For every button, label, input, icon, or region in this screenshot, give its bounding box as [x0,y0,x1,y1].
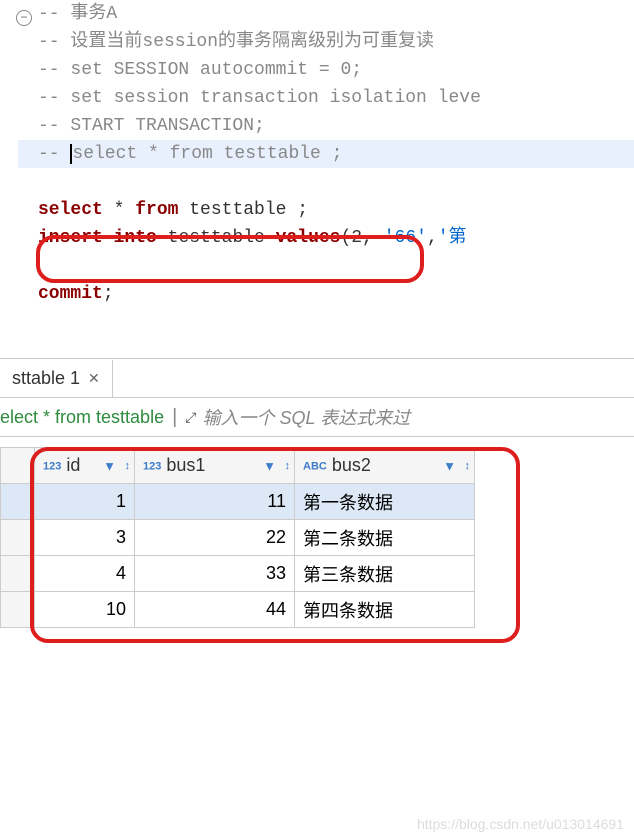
sort-icon[interactable]: ↕ [465,460,471,472]
comment-prefix: -- [38,144,70,164]
semicolon: ; [103,284,114,304]
cell-id[interactable]: 3 [35,520,135,556]
results-grid-area: 123 id ▼ ↕ 123 bus1 ▼ ↕ ABC bus2 ▼ ↕ [0,447,634,628]
table-header-row: 123 id ▼ ↕ 123 bus1 ▼ ↕ ABC bus2 ▼ ↕ [1,448,475,484]
watermark-text: https://blog.csdn.net/u013014691 [417,816,624,832]
cell-id[interactable]: 4 [35,556,135,592]
code-line-blank [18,168,634,196]
executed-query-text: elect * from testtable [0,407,164,428]
column-name: bus1 [166,455,205,475]
cell-bus2[interactable]: 第四条数据 [295,592,475,628]
keyword-from: from [135,200,178,220]
cell-id[interactable]: 10 [35,592,135,628]
sql-filter-input[interactable]: 输入一个 SQL 表达式来过 [202,404,410,430]
table-name: testtable [178,200,297,220]
keyword-insert: insert [38,228,103,248]
keyword-values: values [276,228,341,248]
cell-bus1[interactable]: 44 [135,592,295,628]
code-line-commit: commit; [18,280,634,308]
row-gutter[interactable] [1,556,35,592]
code-line-select: select * from testtable ; [18,196,634,224]
sort-icon[interactable]: ↕ [285,460,291,472]
paren-open: ( [340,228,351,248]
string-literal: '66' [384,228,427,248]
code-line: -- set session transaction isolation lev… [18,84,634,112]
keyword-select: select [38,200,103,220]
table-row[interactable]: 10 44 第四条数据 [1,592,475,628]
code-line-insert: insert into testtable values(2, '66','第 [18,224,634,252]
number-literal: 2 [351,228,362,248]
code-line: -- 设置当前session的事务隔离级别为可重复读 [18,28,634,56]
star-token: * [103,200,135,220]
cell-bus1[interactable]: 33 [135,556,295,592]
divider: | [172,406,177,429]
results-tab-bar: sttable 1 ✕ [0,358,634,398]
filter-icon[interactable]: ▼ [443,458,456,473]
column-header-bus2[interactable]: ABC bus2 ▼ ↕ [295,448,475,484]
comma: , [427,228,438,248]
tab-label: sttable 1 [12,368,80,389]
row-gutter[interactable] [1,520,35,556]
code-line: -- START TRANSACTION; [18,112,634,140]
row-gutter[interactable] [1,592,35,628]
row-gutter[interactable] [1,484,35,520]
type-badge-icon: 123 [143,460,161,472]
comment-text: select * from testtable ; [70,144,342,164]
table-name: testtable [157,228,276,248]
column-name: bus2 [332,455,371,475]
table-row[interactable]: 3 22 第二条数据 [1,520,475,556]
table-row[interactable]: 1 11 第一条数据 [1,484,475,520]
query-bar: elect * from testtable | ⤢ 输入一个 SQL 表达式来… [0,398,634,437]
table-row[interactable]: 4 33 第三条数据 [1,556,475,592]
filter-icon[interactable]: ▼ [263,458,276,473]
cell-bus2[interactable]: 第二条数据 [295,520,475,556]
filter-icon[interactable]: ▼ [103,458,116,473]
code-line: -- set SESSION autocommit = 0; [18,56,634,84]
cell-id[interactable]: 1 [35,484,135,520]
cell-bus2[interactable]: 第三条数据 [295,556,475,592]
spacer [0,308,634,358]
results-tab[interactable]: sttable 1 ✕ [0,360,113,397]
comma: , [362,228,384,248]
column-name: id [66,455,80,475]
code-line-blank [18,252,634,280]
column-header-bus1[interactable]: 123 bus1 ▼ ↕ [135,448,295,484]
corner-cell [1,448,35,484]
results-table[interactable]: 123 id ▼ ↕ 123 bus1 ▼ ↕ ABC bus2 ▼ ↕ [0,447,475,628]
cell-bus1[interactable]: 22 [135,520,295,556]
code-line: -- 事务A [18,0,634,28]
keyword-commit: commit [38,284,103,304]
column-header-id[interactable]: 123 id ▼ ↕ [35,448,135,484]
cell-bus1[interactable]: 11 [135,484,295,520]
type-badge-icon: ABC [303,460,327,472]
sql-editor[interactable]: − -- 事务A -- 设置当前session的事务隔离级别为可重复读 -- s… [0,0,634,308]
code-line-active[interactable]: -- select * from testtable ; [18,140,634,168]
cell-bus2[interactable]: 第一条数据 [295,484,475,520]
close-icon[interactable]: ✕ [88,370,100,387]
expand-icon[interactable]: ⤢ [185,409,194,426]
semicolon: ; [297,200,308,220]
sort-icon[interactable]: ↕ [125,460,131,472]
keyword-into: into [114,228,157,248]
fold-marker-icon[interactable]: − [16,10,32,26]
string-literal: '第 [438,228,467,248]
type-badge-icon: 123 [43,460,61,472]
